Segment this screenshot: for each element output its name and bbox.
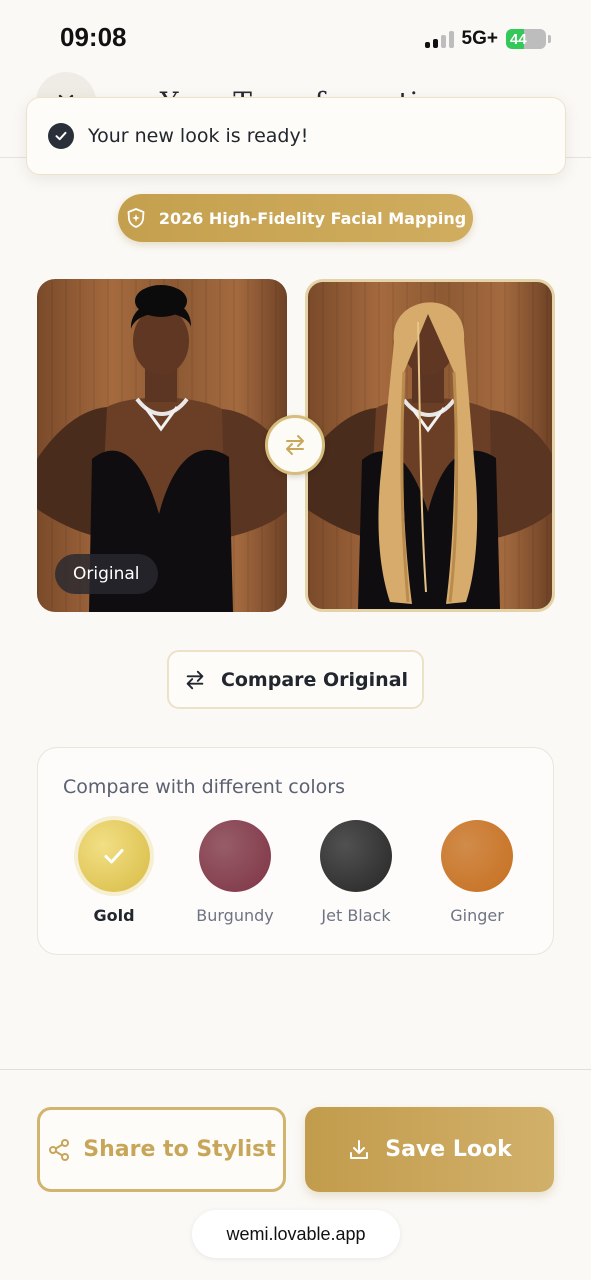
status-time: 09:08 (60, 22, 127, 52)
compare-original-button[interactable]: Compare Original (167, 650, 424, 709)
color-compare-title: Compare with different colors (63, 776, 345, 798)
color-label: Jet Black (321, 906, 391, 925)
feature-badge: 2026 High-Fidelity Facial Mapping (118, 194, 473, 242)
transformed-photo[interactable] (305, 279, 555, 612)
check-icon (104, 849, 124, 864)
save-label: Save Look (385, 1137, 512, 1162)
color-option-gold[interactable]: Gold (59, 820, 169, 925)
color-swatch[interactable] (78, 820, 150, 892)
share-to-stylist-button[interactable]: Share to Stylist (37, 1107, 286, 1192)
status-bar: 09:08 5G+ 44 (0, 0, 591, 70)
share-label: Share to Stylist (83, 1137, 276, 1162)
toast-message: Your new look is ready! (88, 125, 309, 147)
portrait-transformed (308, 302, 552, 609)
color-swatch[interactable] (441, 820, 513, 892)
shield-sparkle-icon (127, 208, 145, 228)
status-indicators: 5G+ 44 (424, 28, 551, 50)
color-label: Ginger (450, 906, 504, 925)
color-option-burgundy[interactable]: Burgundy (180, 820, 290, 925)
color-label: Burgundy (196, 906, 274, 925)
battery-level: 44 (510, 30, 527, 48)
swap-photos-button[interactable] (265, 415, 325, 475)
browser-url-bar[interactable]: wemi.lovable.app (192, 1210, 400, 1258)
battery-tip (548, 35, 551, 43)
badge-label: 2026 High-Fidelity Facial Mapping (158, 208, 467, 228)
color-option-jet-black[interactable]: Jet Black (301, 820, 411, 925)
color-label: Gold (93, 906, 135, 925)
battery-icon: 44 (506, 29, 546, 49)
color-swatch[interactable] (320, 820, 392, 892)
download-icon (350, 1139, 369, 1159)
color-compare-card: Compare with different colors Gold Burgu… (37, 747, 554, 955)
original-label: Original (55, 554, 158, 594)
check-circle-icon (48, 123, 74, 149)
compare-original-label: Compare Original (220, 668, 409, 691)
original-photo[interactable]: Original (37, 279, 287, 612)
color-option-ginger[interactable]: Ginger (422, 820, 532, 925)
share-icon (49, 1138, 70, 1161)
toast-notification[interactable]: Your new look is ready! (26, 97, 566, 175)
swap-arrows-icon (286, 435, 304, 455)
swap-arrows-icon (186, 670, 204, 689)
color-swatch[interactable] (199, 820, 271, 892)
network-type: 5G+ (461, 28, 498, 49)
save-look-button[interactable]: Save Look (305, 1107, 554, 1192)
signal-icon (424, 30, 454, 48)
